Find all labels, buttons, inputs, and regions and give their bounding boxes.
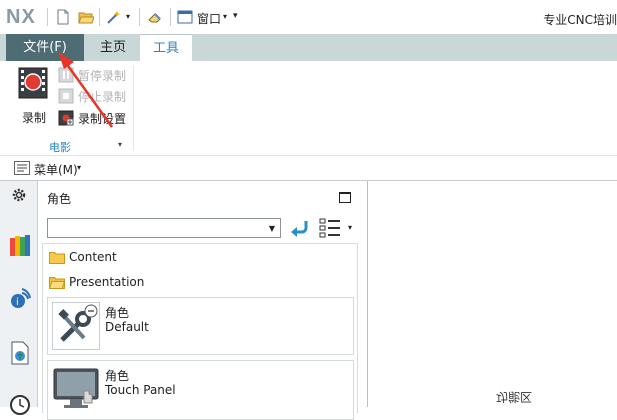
pause-recording-label: 暂停录制 <box>78 69 127 83</box>
recording-settings-icon <box>58 110 74 126</box>
role-title: 角色 <box>105 306 130 320</box>
eraser-icon[interactable] <box>147 9 163 25</box>
customize-quick-access-icon[interactable]: ▾ <box>233 11 238 21</box>
folder-content[interactable]: Content <box>43 246 357 270</box>
tab-tools[interactable]: 工具 <box>140 34 192 61</box>
group-label-movie: 电影 <box>49 141 71 154</box>
chevron-down-icon[interactable]: ▾ <box>348 223 352 232</box>
role-subtitle: Default <box>105 320 149 334</box>
touch-panel-icon <box>53 368 99 408</box>
separator <box>47 8 48 26</box>
window-menu[interactable]: 窗口 <box>197 10 221 27</box>
separator <box>170 8 171 26</box>
graphics-window[interactable]: 功能区 <box>369 181 617 407</box>
record-icon <box>18 67 48 99</box>
roles-panel: 角色 ▼ ▾ Content Presentation 角色 Default 角… <box>38 181 368 420</box>
history-clock-icon[interactable] <box>9 393 31 417</box>
mirrored-caption: 功能区 <box>496 390 533 404</box>
new-file-icon[interactable] <box>55 9 71 25</box>
record-button[interactable]: 录制 <box>14 67 54 125</box>
stop-icon <box>58 88 74 104</box>
stop-recording-label: 停止录制 <box>78 90 127 104</box>
ribbon-group-divider <box>133 65 134 151</box>
app-title: 专业CNC培训 <box>543 13 617 27</box>
role-list: Content Presentation 角色 Default 角色 Touch… <box>42 243 358 420</box>
role-card-default[interactable]: 角色 Default <box>47 297 354 355</box>
open-folder-icon <box>49 277 65 289</box>
window-icon[interactable] <box>177 9 193 25</box>
gear-icon[interactable] <box>11 187 27 203</box>
resource-bar: i <box>0 181 38 415</box>
menu-button[interactable]: 菜单(M) <box>34 161 78 178</box>
panel-title: 角色 <box>47 192 72 206</box>
magic-wand-icon[interactable] <box>106 9 122 25</box>
folder-label: Content <box>69 250 117 264</box>
chevron-down-icon[interactable]: ▾ <box>77 163 81 172</box>
roles-books-icon[interactable] <box>9 234 31 258</box>
role-card-touch-panel[interactable]: 角色 Touch Panel <box>47 360 354 420</box>
role-subtitle: Touch Panel <box>105 383 176 397</box>
folder-presentation[interactable]: Presentation <box>43 271 357 295</box>
chevron-down-icon[interactable]: ▾ <box>223 12 227 21</box>
pause-icon <box>58 67 74 83</box>
open-folder-icon[interactable] <box>78 9 94 25</box>
menu-bar: 菜单(M) ▾ <box>0 156 617 181</box>
role-filter-select[interactable]: ▼ <box>47 218 281 238</box>
chevron-down-icon[interactable]: ▼ <box>269 224 275 233</box>
ribbon-tab-bar: 文件(F) 主页 工具 <box>0 34 617 61</box>
chevron-down-icon[interactable]: ▾ <box>126 12 130 21</box>
maximize-panel-icon[interactable] <box>339 192 351 203</box>
ribbon: 录制 暂停录制 停止录制 录制设置 电影 ▾ <box>0 61 617 156</box>
folder-icon <box>49 252 65 264</box>
tab-file[interactable]: 文件(F) <box>6 34 84 61</box>
title-bar: NX ▾ 窗口 ▾ ▾ 专业CNC培训 <box>0 0 617 34</box>
separator <box>99 8 100 26</box>
menu-icon[interactable] <box>14 161 30 175</box>
tab-home[interactable]: 主页 <box>86 34 140 61</box>
nx-logo: NX <box>6 6 36 28</box>
svg-text:i: i <box>16 297 19 308</box>
return-arrow-icon[interactable] <box>290 219 310 237</box>
info-broadcast-icon[interactable]: i <box>9 286 31 310</box>
list-view-icon[interactable] <box>319 217 341 239</box>
web-page-icon[interactable] <box>9 341 31 365</box>
group-options-icon[interactable]: ▾ <box>118 140 122 149</box>
record-label: 录制 <box>22 111 47 125</box>
role-title: 角色 <box>105 369 130 383</box>
recording-settings-label: 录制设置 <box>78 112 127 126</box>
tools-icon <box>52 302 100 350</box>
folder-label: Presentation <box>69 275 145 289</box>
separator <box>139 8 140 26</box>
